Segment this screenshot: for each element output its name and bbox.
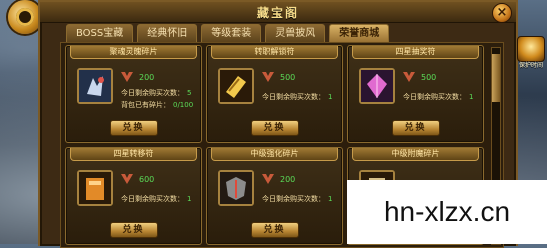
window-title: 藏宝阁 <box>256 6 299 20</box>
orange-book-icon[interactable] <box>77 170 113 206</box>
redeem-button[interactable]: 兑换 <box>250 120 299 136</box>
daily-limit-text: 今日剩余购买次数： 1 <box>403 93 474 101</box>
item-title: 转职解锁符 <box>211 46 338 59</box>
shop-card: 四星抽奖符 500 今日剩余购买次数： 1 兑换 <box>347 45 484 143</box>
armor-fragment-icon[interactable] <box>218 170 254 206</box>
item-title: 中级强化碎片 <box>211 148 338 161</box>
honor-icon <box>121 71 133 82</box>
title-bar: 藏宝阁 × <box>40 2 516 23</box>
redeem-button[interactable]: 兑换 <box>250 222 299 238</box>
shield-icon <box>517 36 545 62</box>
price-row: 200 <box>262 172 295 186</box>
close-button[interactable]: × <box>492 3 512 23</box>
pink-gem-icon[interactable] <box>359 68 395 104</box>
backpack-count-text: 背包已有碎片： 0/100 <box>121 101 194 109</box>
scrollbar-thumb[interactable] <box>492 54 500 102</box>
watermark: hn-xlzx.cn <box>347 180 547 244</box>
shop-card: 四星转移符 600 今日剩余购买次数： 1 兑换 <box>65 147 202 245</box>
item-title: 四星转移符 <box>70 148 197 161</box>
item-title: 四星抽奖符 <box>352 46 479 59</box>
item-price: 200 <box>139 72 155 82</box>
tab-honor-shop[interactable]: 荣誉商城 <box>329 24 390 42</box>
tab-level-sets[interactable]: 等级套装 <box>201 24 262 42</box>
ornament-icon <box>8 0 42 34</box>
price-row: 600 <box>121 172 154 186</box>
honor-icon <box>262 173 274 184</box>
item-price: 200 <box>280 174 296 184</box>
protection-time-label: 保护时间 <box>518 62 543 69</box>
tab-spirit-cloak[interactable]: 灵兽披风 <box>265 24 326 42</box>
price-row: 500 <box>262 70 295 84</box>
item-title: 聚魂灵魄碎片 <box>70 46 197 59</box>
item-price: 500 <box>421 72 437 82</box>
shop-card: 聚魂灵魄碎片 200 今日剩余购买次数： 5 背包已有碎片： 0/100 兑换 <box>65 45 202 143</box>
daily-limit-text: 今日剩余购买次数： 1 <box>121 195 192 203</box>
protection-time-button[interactable]: 保护时间 <box>516 36 546 74</box>
daily-limit-text: 今日剩余购买次数： 5 <box>121 89 192 97</box>
honor-icon <box>121 173 133 184</box>
shop-card: 中级强化碎片 200 今日剩余购买次数： 1 兑换 <box>206 147 343 245</box>
spirit-fragment-icon[interactable] <box>77 68 113 104</box>
honor-icon <box>262 71 274 82</box>
price-row: 200 <box>121 70 154 84</box>
item-price: 500 <box>280 72 296 82</box>
redeem-button[interactable]: 兑换 <box>391 120 440 136</box>
shop-card: 转职解锁符 500 今日剩余购买次数： 1 兑换 <box>206 45 343 143</box>
honor-icon <box>403 71 415 82</box>
redeem-button[interactable]: 兑换 <box>109 120 158 136</box>
daily-limit-text: 今日剩余购买次数： 1 <box>262 195 333 203</box>
golden-scroll-icon[interactable] <box>218 68 254 104</box>
tab-bar: BOSS宝藏 经典怀旧 等级套装 灵兽披风 荣誉商城 <box>66 24 390 42</box>
daily-limit-text: 今日剩余购买次数： 1 <box>262 93 333 101</box>
price-row: 500 <box>403 70 436 84</box>
item-title: 中级附魔碎片 <box>352 148 479 161</box>
item-price: 600 <box>139 174 155 184</box>
tab-boss-treasure[interactable]: BOSS宝藏 <box>66 24 134 42</box>
tab-classic[interactable]: 经典怀旧 <box>137 24 198 42</box>
redeem-button[interactable]: 兑换 <box>109 222 158 238</box>
